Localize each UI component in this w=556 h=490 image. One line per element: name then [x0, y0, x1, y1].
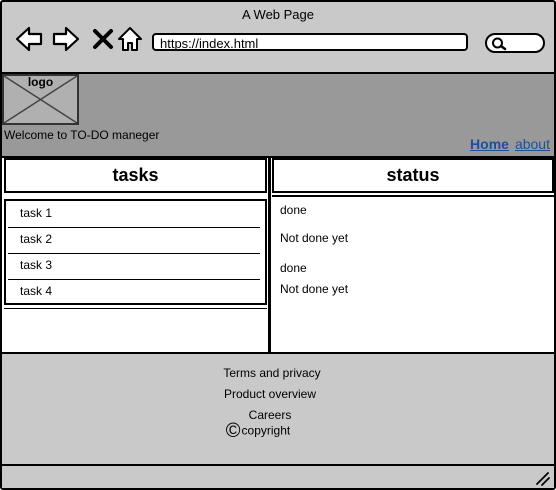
status-item-1: done [280, 203, 307, 217]
resize-grip-icon[interactable] [534, 470, 550, 486]
header-nav: Home about [470, 136, 550, 152]
tasks-column-header: tasks [4, 158, 267, 193]
back-arrow-icon[interactable] [14, 24, 44, 54]
status-item-3: done [280, 261, 307, 275]
url-bar[interactable]: https://index.html [152, 33, 468, 51]
list-item-task-3[interactable]: task 3 [10, 254, 258, 276]
home-icon[interactable] [115, 24, 145, 54]
copyright-line: ©copyright [0, 420, 534, 443]
welcome-text: Welcome to TO-DO maneger [4, 128, 160, 142]
list-item-task-2[interactable]: task 2 [10, 228, 258, 250]
forward-arrow-icon[interactable] [51, 24, 81, 54]
search-icon [492, 37, 507, 51]
list-item-task-4[interactable]: task 4 [10, 280, 258, 302]
status-item-2: Not done yet [280, 231, 349, 245]
footer-link-product[interactable]: Product overview [0, 387, 546, 401]
close-icon[interactable] [88, 24, 118, 54]
page-footer: Terms and privacy Product overview Caree… [2, 354, 554, 464]
window-title: A Web Page [241, 7, 315, 22]
nav-link-about[interactable]: about [515, 136, 550, 152]
footer-link-terms[interactable]: Terms and privacy [0, 366, 548, 380]
search-input[interactable] [485, 33, 545, 53]
main-content: tasks status task 1 task 2 task 3 task 4… [2, 158, 554, 352]
copyright-text: copyright [241, 423, 291, 438]
status-item-4: Not done yet [280, 282, 349, 296]
browser-window: A Web Page https://index.html logo Welco… [0, 0, 556, 490]
browser-status-bar [2, 464, 554, 488]
page-header: logo Welcome to TO-DO maneger Home about [2, 74, 554, 156]
copyright-icon: © [225, 420, 241, 442]
tasks-bottom-line [4, 308, 267, 309]
nav-link-home[interactable]: Home [470, 136, 509, 152]
list-item-task-1[interactable]: task 1 [10, 202, 258, 224]
status-column-header: status [272, 158, 554, 193]
status-divider [272, 195, 554, 197]
logo-label: logo [27, 75, 54, 89]
column-divider [268, 158, 271, 352]
